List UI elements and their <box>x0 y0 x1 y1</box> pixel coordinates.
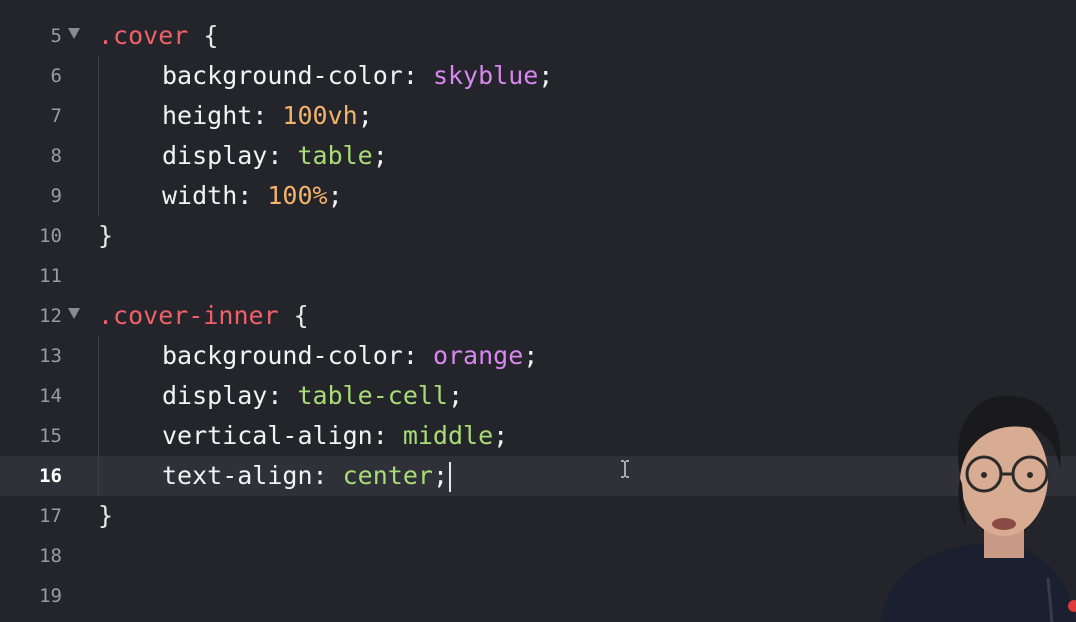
line-number: 11 <box>39 265 62 287</box>
line-number: 6 <box>50 65 62 87</box>
code-token: table <box>297 141 373 170</box>
code-line[interactable]: 9 width: 100%; <box>0 176 1076 216</box>
code-line[interactable]: 8 display: table; <box>0 136 1076 176</box>
indent-guide <box>98 416 99 456</box>
code-text: text-align: center; <box>162 456 451 496</box>
code-token: middle <box>402 421 494 450</box>
code-line[interactable]: 12 .cover-inner { <box>0 296 1076 336</box>
indent-guide <box>98 96 99 136</box>
line-number: 13 <box>39 345 62 367</box>
code-text: .cover-inner { <box>98 296 309 336</box>
code-line[interactable]: 6 background-color: skyblue; <box>0 56 1076 96</box>
code-text: vertical-align: middle; <box>162 416 508 456</box>
code-text: } <box>98 496 113 536</box>
line-number: 17 <box>39 505 62 527</box>
code-token: ; <box>493 421 509 450</box>
code-token: .cover-inner <box>98 301 279 330</box>
webcam-presenter-image <box>880 395 1076 622</box>
code-token: background-color <box>162 341 403 370</box>
code-token: { <box>278 301 309 330</box>
indent-guide <box>98 456 99 496</box>
code-line[interactable]: 5 .cover { <box>0 16 1076 56</box>
code-text: } <box>98 216 113 256</box>
code-token: { <box>188 21 219 50</box>
line-number: 7 <box>50 105 62 127</box>
code-token: height <box>162 101 253 130</box>
code-text: width: 100%; <box>162 176 343 216</box>
code-token: 100% <box>267 181 328 210</box>
code-token: display <box>162 381 268 410</box>
code-token: ; <box>327 181 343 210</box>
code-text: .cover { <box>98 16 218 56</box>
line-number: 10 <box>39 225 62 247</box>
code-token: } <box>98 501 114 530</box>
line-number: 5 <box>50 25 62 47</box>
code-line[interactable]: 11 <box>0 256 1076 296</box>
code-token: 100vh <box>282 101 358 130</box>
line-number: 14 <box>39 385 62 407</box>
code-token: display <box>162 141 268 170</box>
code-token: table-cell <box>297 381 448 410</box>
line-number: 19 <box>39 585 62 607</box>
code-token: vertical-align <box>162 421 373 450</box>
line-number: 12 <box>39 305 62 327</box>
ibeam-cursor-icon <box>621 460 629 478</box>
line-number: 8 <box>50 145 62 167</box>
code-text: display: table; <box>162 136 388 176</box>
code-token: skyblue <box>432 61 539 90</box>
line-number: 18 <box>39 545 62 567</box>
code-text: display: table-cell; <box>162 376 463 416</box>
indent-guide <box>98 176 99 216</box>
code-editor[interactable]: 5 .cover {6 background-color: skyblue; 7 hei… <box>0 0 1076 622</box>
code-token: : <box>402 341 433 370</box>
code-token: .cover <box>98 21 189 50</box>
code-token: : <box>252 101 283 130</box>
code-token: orange <box>432 341 524 370</box>
code-token: : <box>237 181 268 210</box>
fold-arrow-icon[interactable] <box>68 28 80 39</box>
indent-guide <box>98 56 99 96</box>
indent-guide <box>98 376 99 416</box>
code-line[interactable]: 10} <box>0 216 1076 256</box>
line-number: 9 <box>50 185 62 207</box>
code-token: ; <box>372 141 388 170</box>
code-token: width <box>162 181 238 210</box>
line-number: 16 <box>39 465 62 487</box>
code-token: : <box>312 461 343 490</box>
code-token: : <box>267 381 298 410</box>
code-token: : <box>372 421 403 450</box>
code-text: height: 100vh; <box>162 96 373 136</box>
code-text: background-color: orange; <box>162 336 538 376</box>
code-line[interactable]: 13 background-color: orange; <box>0 336 1076 376</box>
code-token: ; <box>357 101 373 130</box>
code-token: } <box>98 221 114 250</box>
indent-guide <box>98 336 99 376</box>
code-token: : <box>267 141 298 170</box>
code-token: : <box>402 61 433 90</box>
line-number: 15 <box>39 425 62 447</box>
code-token: center <box>342 461 433 490</box>
indent-guide <box>98 136 99 176</box>
code-line[interactable]: 7 height: 100vh; <box>0 96 1076 136</box>
code-token: background-color <box>162 61 403 90</box>
text-cursor <box>449 462 451 492</box>
code-token: ; <box>538 61 554 90</box>
code-token: ; <box>523 341 539 370</box>
code-token: ; <box>447 381 464 410</box>
fold-arrow-icon[interactable] <box>68 308 80 319</box>
code-token: ; <box>432 461 448 490</box>
code-text: background-color: skyblue; <box>162 56 553 96</box>
code-token: text-align <box>162 461 313 490</box>
